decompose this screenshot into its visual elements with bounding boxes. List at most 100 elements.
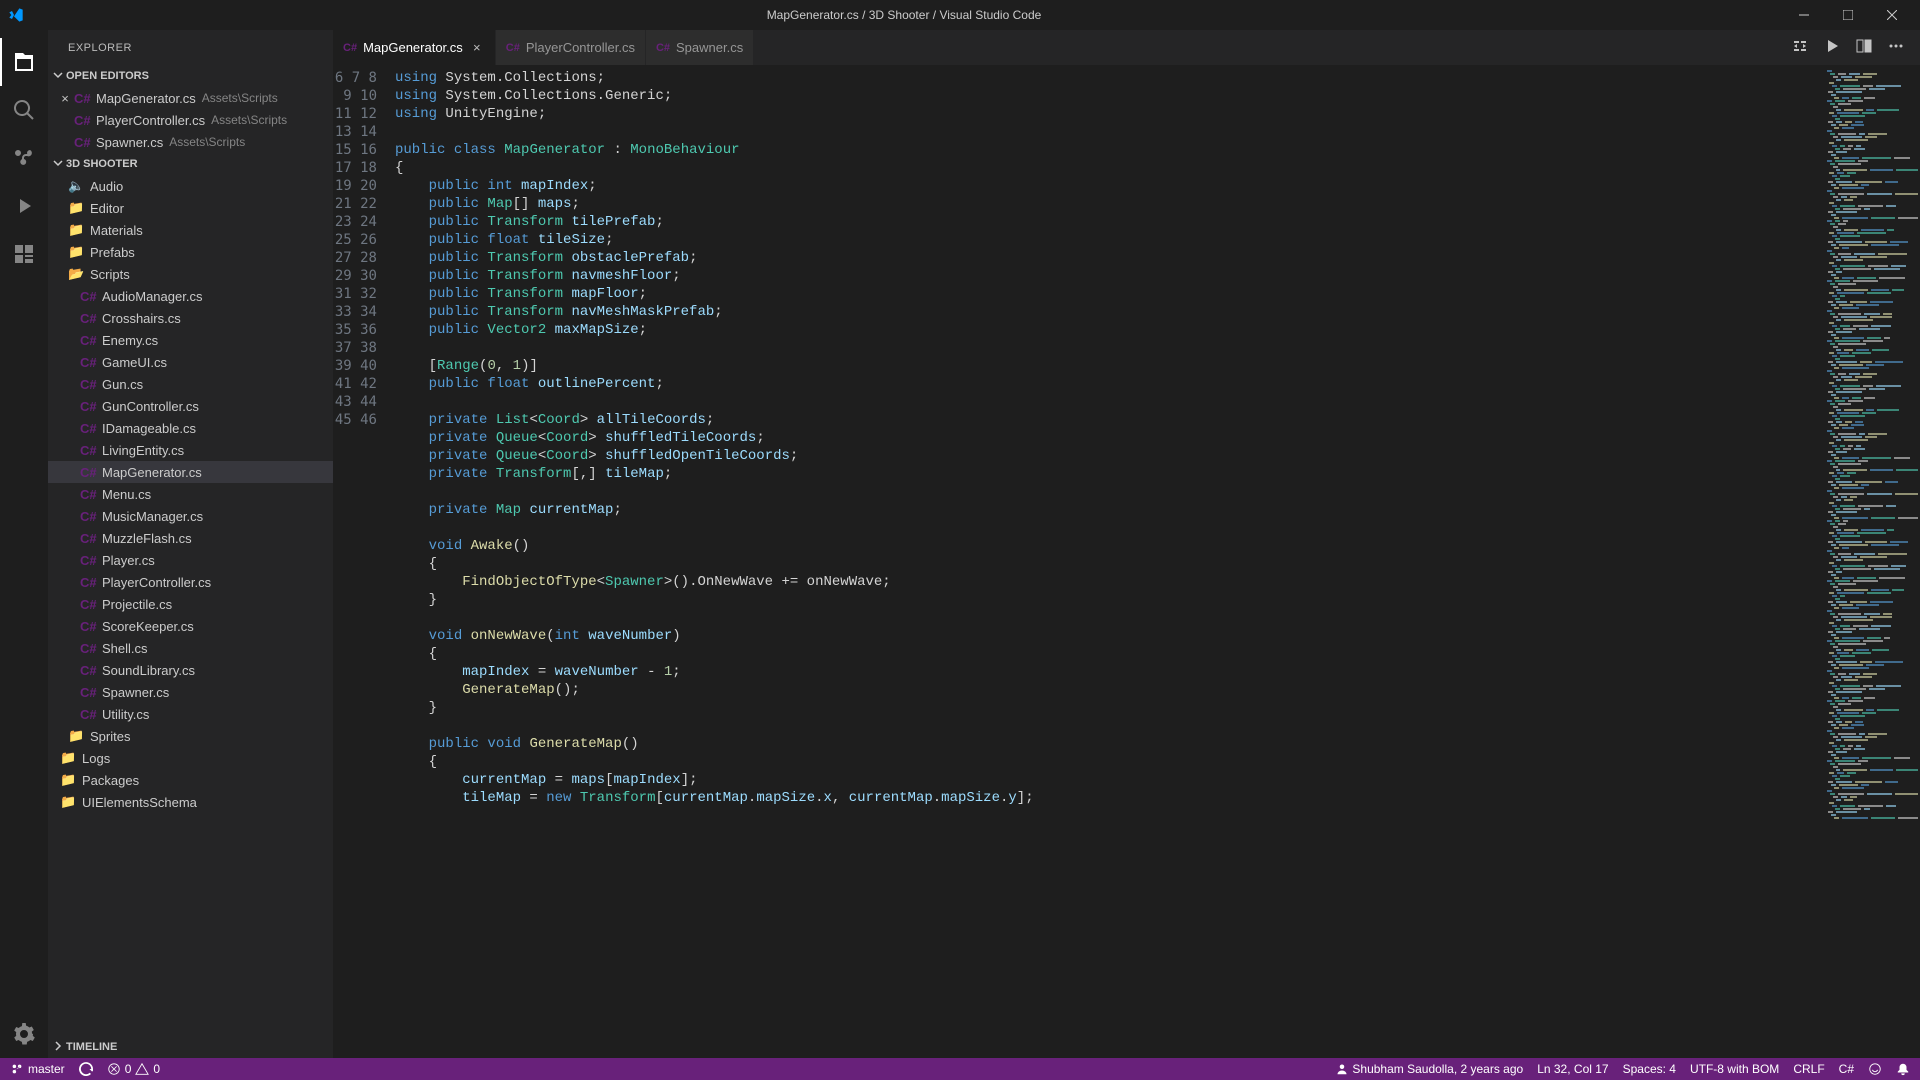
file-item[interactable]: C#Crosshairs.cs xyxy=(48,307,333,329)
folder-item[interactable]: 📁Prefabs xyxy=(48,241,333,263)
file-item[interactable]: C#SoundLibrary.cs xyxy=(48,659,333,681)
status-bar: master 0 0 Shubham Saudolla, 2 years ago… xyxy=(0,1058,1920,1080)
file-item[interactable]: C#MapGenerator.cs xyxy=(48,461,333,483)
window-title: MapGenerator.cs / 3D Shooter / Visual St… xyxy=(767,8,1042,22)
problems-status[interactable]: 0 0 xyxy=(107,1062,160,1076)
file-path: Assets\Scripts xyxy=(211,113,287,127)
csharp-file-icon: C# xyxy=(80,377,96,392)
folder-item[interactable]: 📁Editor xyxy=(48,197,333,219)
explorer-activity[interactable] xyxy=(0,38,48,86)
file-name: Shell.cs xyxy=(102,641,148,656)
folder-item[interactable]: 🔈Audio xyxy=(48,175,333,197)
feedback-icon[interactable] xyxy=(1868,1062,1882,1076)
source-control-activity[interactable] xyxy=(0,134,48,182)
folder-item[interactable]: 📁Sprites xyxy=(48,725,333,747)
file-item[interactable]: C#LivingEntity.cs xyxy=(48,439,333,461)
compare-icon[interactable] xyxy=(1788,34,1812,61)
git-blame-status[interactable]: Shubham Saudolla, 2 years ago xyxy=(1336,1062,1523,1076)
close-window-button[interactable] xyxy=(1872,0,1912,30)
open-editor-item[interactable]: C#Spawner.csAssets\Scripts xyxy=(48,131,333,153)
open-editor-item[interactable]: ×C#MapGenerator.csAssets\Scripts xyxy=(48,87,333,109)
csharp-file-icon: C# xyxy=(80,421,96,436)
eol-status[interactable]: CRLF xyxy=(1793,1062,1824,1076)
open-editor-item[interactable]: C# PlayerController.cs Assets\Scripts xyxy=(48,109,333,131)
folder-item-scripts[interactable]: 📂Scripts xyxy=(48,263,333,285)
folder-open-icon: 📂 xyxy=(68,266,84,282)
editor-tab[interactable]: C#MapGenerator.cs× xyxy=(333,30,496,65)
file-item[interactable]: C#MusicManager.cs xyxy=(48,505,333,527)
cursor-position[interactable]: Ln 32, Col 17 xyxy=(1537,1062,1608,1076)
folder-icon: 🔈 xyxy=(68,178,84,194)
minimize-button[interactable] xyxy=(1784,0,1824,30)
sync-icon xyxy=(79,1062,93,1076)
file-name: AudioManager.cs xyxy=(102,289,202,304)
file-item[interactable]: C#Enemy.cs xyxy=(48,329,333,351)
editor-tab[interactable]: C#PlayerController.cs xyxy=(496,30,646,65)
minimap[interactable] xyxy=(1825,65,1920,1058)
maximize-button[interactable] xyxy=(1828,0,1868,30)
file-item[interactable]: C# AudioManager.cs xyxy=(48,285,333,307)
folder-item[interactable]: 📁Packages xyxy=(48,769,333,791)
chevron-down-icon xyxy=(52,157,64,172)
file-name: PlayerController.cs xyxy=(96,113,205,128)
folder-item[interactable]: 📁Logs xyxy=(48,747,333,769)
explorer-sidebar: EXPLORER OPEN EDITORS ×C#MapGenerator.cs… xyxy=(48,30,333,1058)
folder-item[interactable]: 📁UIElementsSchema xyxy=(48,791,333,813)
file-item[interactable]: C#Menu.cs xyxy=(48,483,333,505)
search-activity[interactable] xyxy=(0,86,48,134)
file-name: Spawner.cs xyxy=(96,135,163,150)
settings-activity[interactable] xyxy=(0,1010,48,1058)
file-name: ScoreKeeper.cs xyxy=(102,619,194,634)
csharp-file-icon: C# xyxy=(80,289,96,304)
file-path: Assets\Scripts xyxy=(202,91,278,105)
folder-name: Sprites xyxy=(90,729,130,744)
file-item[interactable]: C#ScoreKeeper.cs xyxy=(48,615,333,637)
run-icon[interactable] xyxy=(1820,34,1844,61)
project-section[interactable]: 3D SHOOTER xyxy=(48,153,333,175)
folder-icon: 📁 xyxy=(60,794,76,810)
file-item[interactable]: C#Spawner.cs xyxy=(48,681,333,703)
file-item[interactable]: C#MuzzleFlash.cs xyxy=(48,527,333,549)
file-item[interactable]: C#GameUI.cs xyxy=(48,351,333,373)
file-item[interactable]: C#PlayerController.cs xyxy=(48,571,333,593)
encoding-status[interactable]: UTF-8 with BOM xyxy=(1690,1062,1779,1076)
file-item[interactable]: C#Gun.cs xyxy=(48,373,333,395)
branch-status[interactable]: master xyxy=(10,1062,65,1076)
editor-tab[interactable]: C#Spawner.cs xyxy=(646,30,754,65)
file-item[interactable]: C#GunController.cs xyxy=(48,395,333,417)
file-name: SoundLibrary.cs xyxy=(102,663,195,678)
csharp-file-icon: C# xyxy=(74,113,90,128)
run-debug-activity[interactable] xyxy=(0,182,48,230)
file-name: MapGenerator.cs xyxy=(96,91,196,106)
tabs-bar: C#MapGenerator.cs×C#PlayerController.csC… xyxy=(333,30,1920,65)
split-editor-icon[interactable] xyxy=(1852,34,1876,61)
folder-name: Materials xyxy=(90,223,143,238)
indentation-status[interactable]: Spaces: 4 xyxy=(1623,1062,1676,1076)
code-editor[interactable]: 6 7 8 9 10 11 12 13 14 15 16 17 18 19 20… xyxy=(333,65,1920,1058)
folder-name: Logs xyxy=(82,751,110,766)
csharp-file-icon: C# xyxy=(80,597,96,612)
language-mode[interactable]: C# xyxy=(1839,1062,1854,1076)
open-editors-section[interactable]: OPEN EDITORS xyxy=(48,65,333,87)
close-tab-icon[interactable]: × xyxy=(469,40,485,55)
folder-icon: 📁 xyxy=(60,772,76,788)
more-actions-icon[interactable] xyxy=(1884,34,1908,61)
person-icon xyxy=(1336,1063,1348,1075)
file-name: MusicManager.cs xyxy=(102,509,203,524)
notifications-icon[interactable] xyxy=(1896,1062,1910,1076)
file-item[interactable]: C# Projectile.cs xyxy=(48,593,333,615)
csharp-file-icon: C# xyxy=(80,311,96,326)
close-icon[interactable]: × xyxy=(56,91,74,106)
file-item[interactable]: C#IDamageable.cs xyxy=(48,417,333,439)
timeline-section[interactable]: TIMELINE xyxy=(48,1036,333,1058)
csharp-file-icon: C# xyxy=(506,42,520,54)
extensions-activity[interactable] xyxy=(0,230,48,278)
sync-status[interactable] xyxy=(79,1062,93,1076)
file-item[interactable]: C#Player.cs xyxy=(48,549,333,571)
file-name: Projectile.cs xyxy=(102,597,172,612)
folder-item[interactable]: 📁Materials xyxy=(48,219,333,241)
file-item[interactable]: C#Shell.cs xyxy=(48,637,333,659)
file-item[interactable]: C#Utility.cs xyxy=(48,703,333,725)
vscode-icon xyxy=(8,7,24,23)
csharp-file-icon: C# xyxy=(80,575,96,590)
